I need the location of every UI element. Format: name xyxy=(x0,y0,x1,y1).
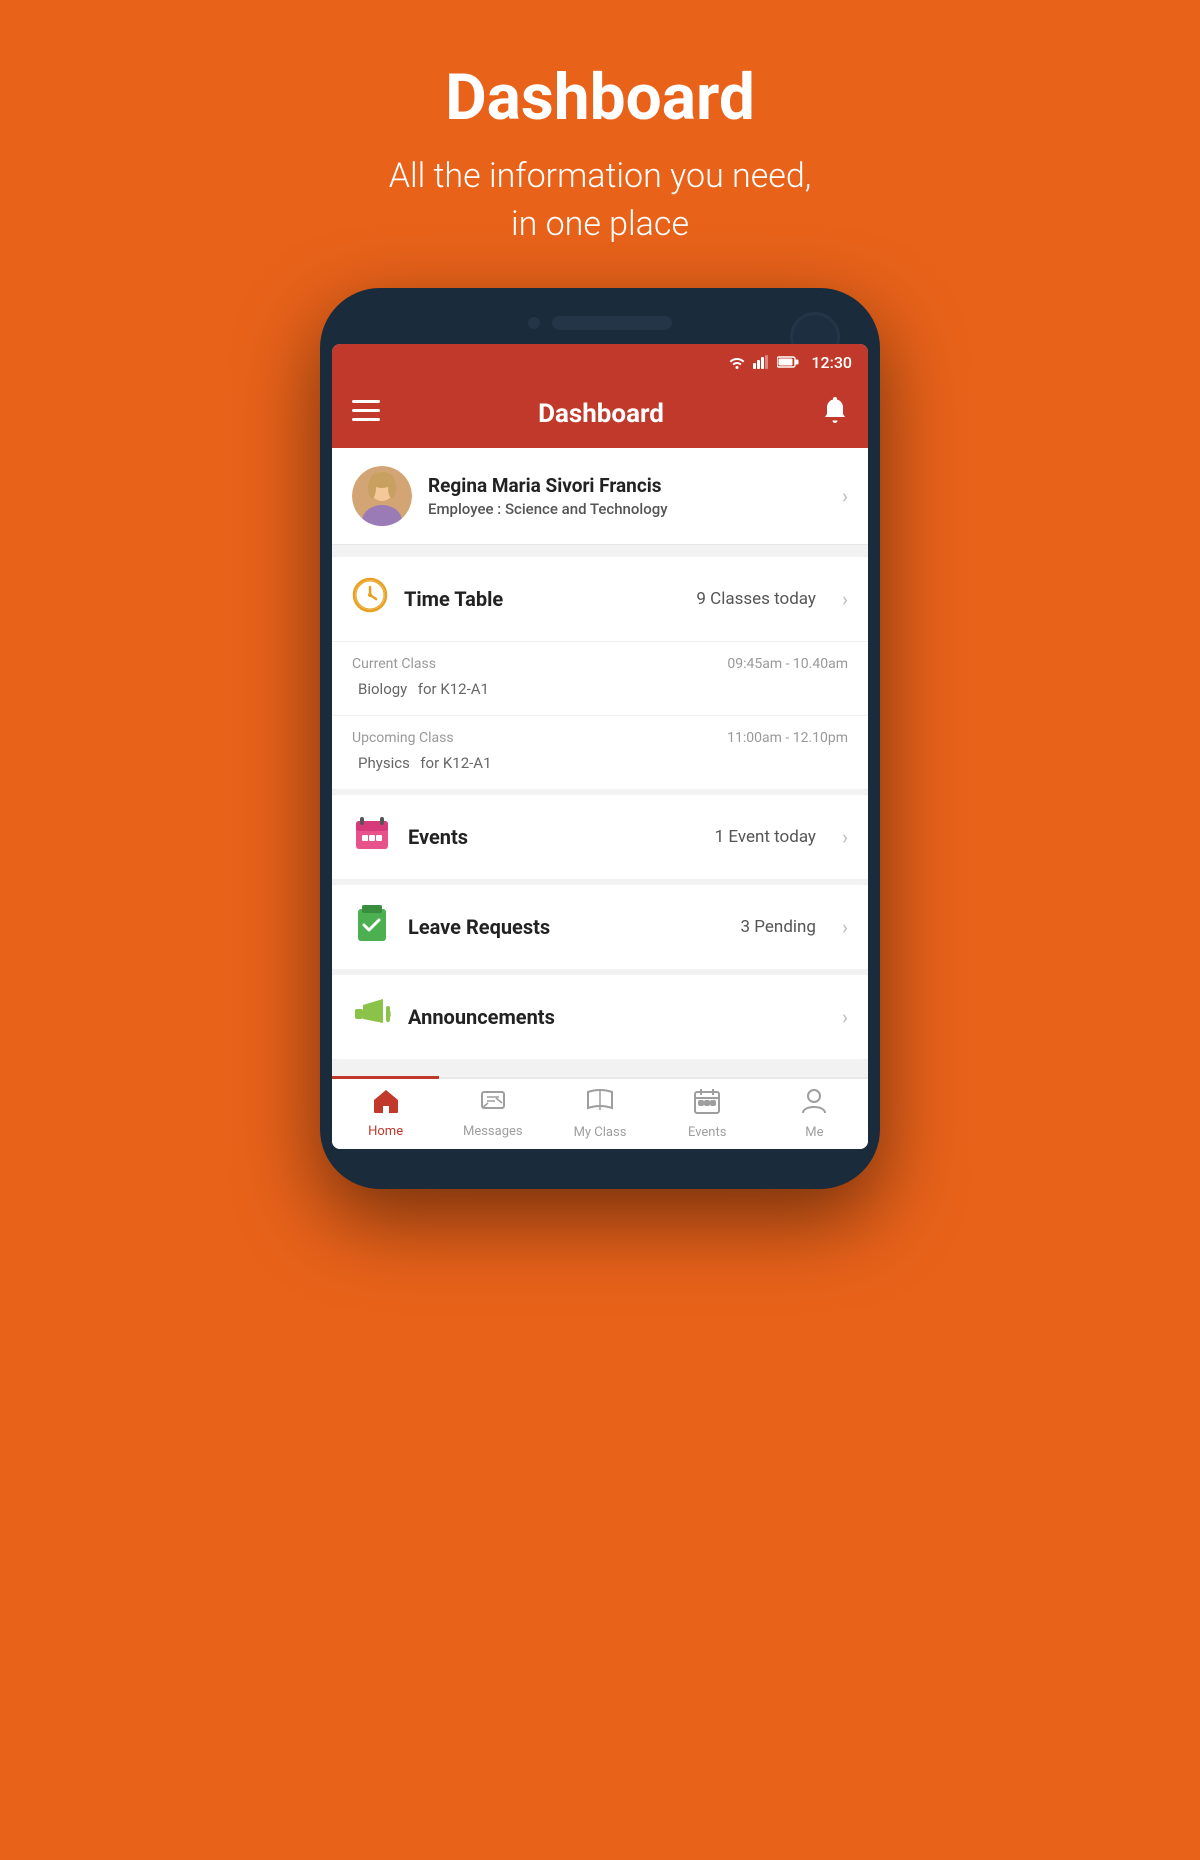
phone-shell: 12:30 Dashboard xyxy=(320,288,880,1189)
profile-role: Employee : Science and Technology xyxy=(428,500,826,518)
nav-events[interactable]: Events xyxy=(654,1079,761,1149)
announcements-label: Announcements xyxy=(408,1005,800,1029)
current-class-item: Current Class 09:45am - 10.40am Biology … xyxy=(332,641,868,715)
app-bar: Dashboard xyxy=(332,380,868,448)
current-class-name: Biology for K12-A1 xyxy=(352,678,848,699)
signal-icon xyxy=(753,355,771,369)
status-icons: 12:30 xyxy=(727,353,852,372)
chevron-right-icon: › xyxy=(842,484,848,508)
page-header: Dashboard All the information you need, … xyxy=(389,0,812,288)
phone-speaker xyxy=(552,316,672,330)
leave-count: 3 Pending xyxy=(741,917,816,937)
leave-chevron-icon: › xyxy=(842,915,848,939)
phone-bottom xyxy=(332,1149,868,1169)
events-count: 1 Event today xyxy=(715,827,816,847)
timetable-card[interactable]: Time Table 9 Classes today › Current Cla… xyxy=(332,557,868,789)
home-icon xyxy=(373,1089,399,1120)
content-area: Time Table 9 Classes today › Current Cla… xyxy=(332,545,868,1077)
upcoming-class-type: Upcoming Class xyxy=(352,730,454,746)
profile-name: Regina Maria Sivori Francis xyxy=(428,474,826,497)
battery-icon xyxy=(777,356,799,368)
nav-events-icon xyxy=(694,1088,720,1121)
my-class-icon xyxy=(586,1088,614,1121)
events-label: Events xyxy=(408,825,699,849)
nav-messages-label: Messages xyxy=(463,1124,523,1139)
timetable-header[interactable]: Time Table 9 Classes today › xyxy=(332,557,868,641)
page-title: Dashboard xyxy=(389,60,812,135)
leave-icon xyxy=(352,905,392,949)
profile-card[interactable]: Regina Maria Sivori Francis Employee : S… xyxy=(332,448,868,545)
person-icon xyxy=(802,1088,826,1121)
timetable-chevron-icon: › xyxy=(842,587,848,611)
messages-icon xyxy=(480,1089,506,1120)
upcoming-class-item: Upcoming Class 11:00am - 12.10pm Physics… xyxy=(332,715,868,789)
events-card[interactable]: Events 1 Event today › xyxy=(332,795,868,879)
nav-my-class-label: My Class xyxy=(574,1125,627,1140)
upcoming-class-name: Physics for K12-A1 xyxy=(352,752,848,773)
nav-me[interactable]: Me xyxy=(761,1079,868,1149)
clock-icon xyxy=(352,577,388,621)
timetable-count: 9 Classes today xyxy=(696,589,816,609)
nav-my-class[interactable]: My Class xyxy=(546,1079,653,1149)
events-chevron-icon: › xyxy=(842,825,848,849)
nav-me-label: Me xyxy=(805,1125,823,1140)
status-bar: 12:30 xyxy=(332,344,868,380)
upcoming-class-time: 11:00am - 12.10pm xyxy=(727,730,848,746)
nav-events-label: Events xyxy=(688,1125,726,1140)
nav-home-label: Home xyxy=(368,1124,403,1139)
nav-home[interactable]: Home xyxy=(332,1076,439,1149)
phone-screen: 12:30 Dashboard xyxy=(332,344,868,1149)
bottom-nav: Home Messages xyxy=(332,1077,868,1149)
current-class-type: Current Class xyxy=(352,656,436,672)
wifi-icon xyxy=(727,355,747,369)
hamburger-button[interactable] xyxy=(352,399,380,429)
avatar xyxy=(352,466,412,526)
notification-bell-button[interactable] xyxy=(822,397,848,432)
leave-requests-card[interactable]: Leave Requests 3 Pending › xyxy=(332,885,868,969)
announcements-chevron-icon: › xyxy=(842,1005,848,1029)
profile-info: Regina Maria Sivori Francis Employee : S… xyxy=(428,474,826,518)
current-class-time: 09:45am - 10.40am xyxy=(727,656,848,672)
nav-messages[interactable]: Messages xyxy=(439,1079,546,1149)
page-subtitle: All the information you need, in one pla… xyxy=(389,153,812,248)
announcements-card[interactable]: Announcements › xyxy=(332,975,868,1059)
status-time: 12:30 xyxy=(811,353,852,372)
phone-dot-left xyxy=(528,317,540,329)
phone-top-bar xyxy=(332,308,868,344)
leave-label: Leave Requests xyxy=(408,915,725,939)
timetable-label: Time Table xyxy=(404,587,680,611)
announcements-icon xyxy=(352,995,392,1039)
app-bar-title: Dashboard xyxy=(538,399,664,429)
calendar-icon xyxy=(352,815,392,859)
